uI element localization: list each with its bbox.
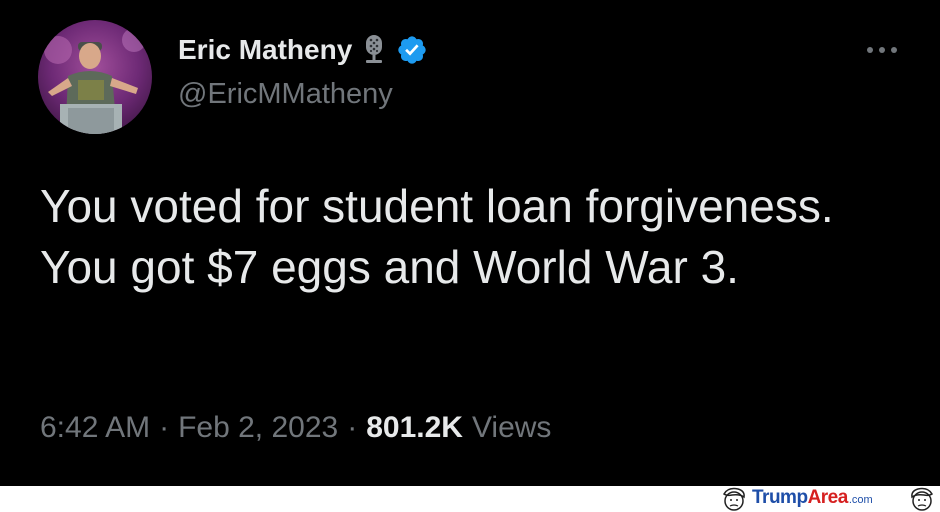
avatar-photo xyxy=(38,20,152,134)
tweet-card: Eric Matheny @EricMMatheny You voted for… xyxy=(0,0,940,486)
more-options-icon xyxy=(867,47,897,53)
tweet-meta: 6:42 AM · Feb 2, 2023 · 801.2K Views xyxy=(40,408,551,448)
tweet-time[interactable]: 6:42 AM xyxy=(40,411,150,445)
display-name[interactable]: Eric Matheny xyxy=(178,34,352,66)
author-name-row: Eric Matheny xyxy=(178,30,428,70)
watermark-part1: Trump xyxy=(752,487,808,508)
more-options-button[interactable] xyxy=(862,36,902,64)
views-count[interactable]: 801.2K xyxy=(366,411,463,445)
verified-badge-icon xyxy=(396,34,428,66)
views-label: Views xyxy=(471,411,552,444)
meta-separator: · xyxy=(159,411,170,444)
author-handle[interactable]: @EricMMatheny xyxy=(178,78,393,111)
meta-separator: · xyxy=(347,411,358,444)
trump-caricature-icon xyxy=(723,487,745,511)
avatar[interactable] xyxy=(38,20,152,134)
watermark-suffix: .com xyxy=(848,494,873,506)
watermark-logo: Trump Area .com xyxy=(752,487,873,511)
tweet-text: You voted for student loan forgiveness. … xyxy=(40,180,834,293)
tweet-date[interactable]: Feb 2, 2023 xyxy=(178,411,338,445)
microphone-icon xyxy=(362,34,386,66)
trump-caricature-icon xyxy=(911,487,933,511)
watermark-part2: Area xyxy=(807,487,849,508)
watermark-bar: Trump Area .com xyxy=(0,486,940,512)
